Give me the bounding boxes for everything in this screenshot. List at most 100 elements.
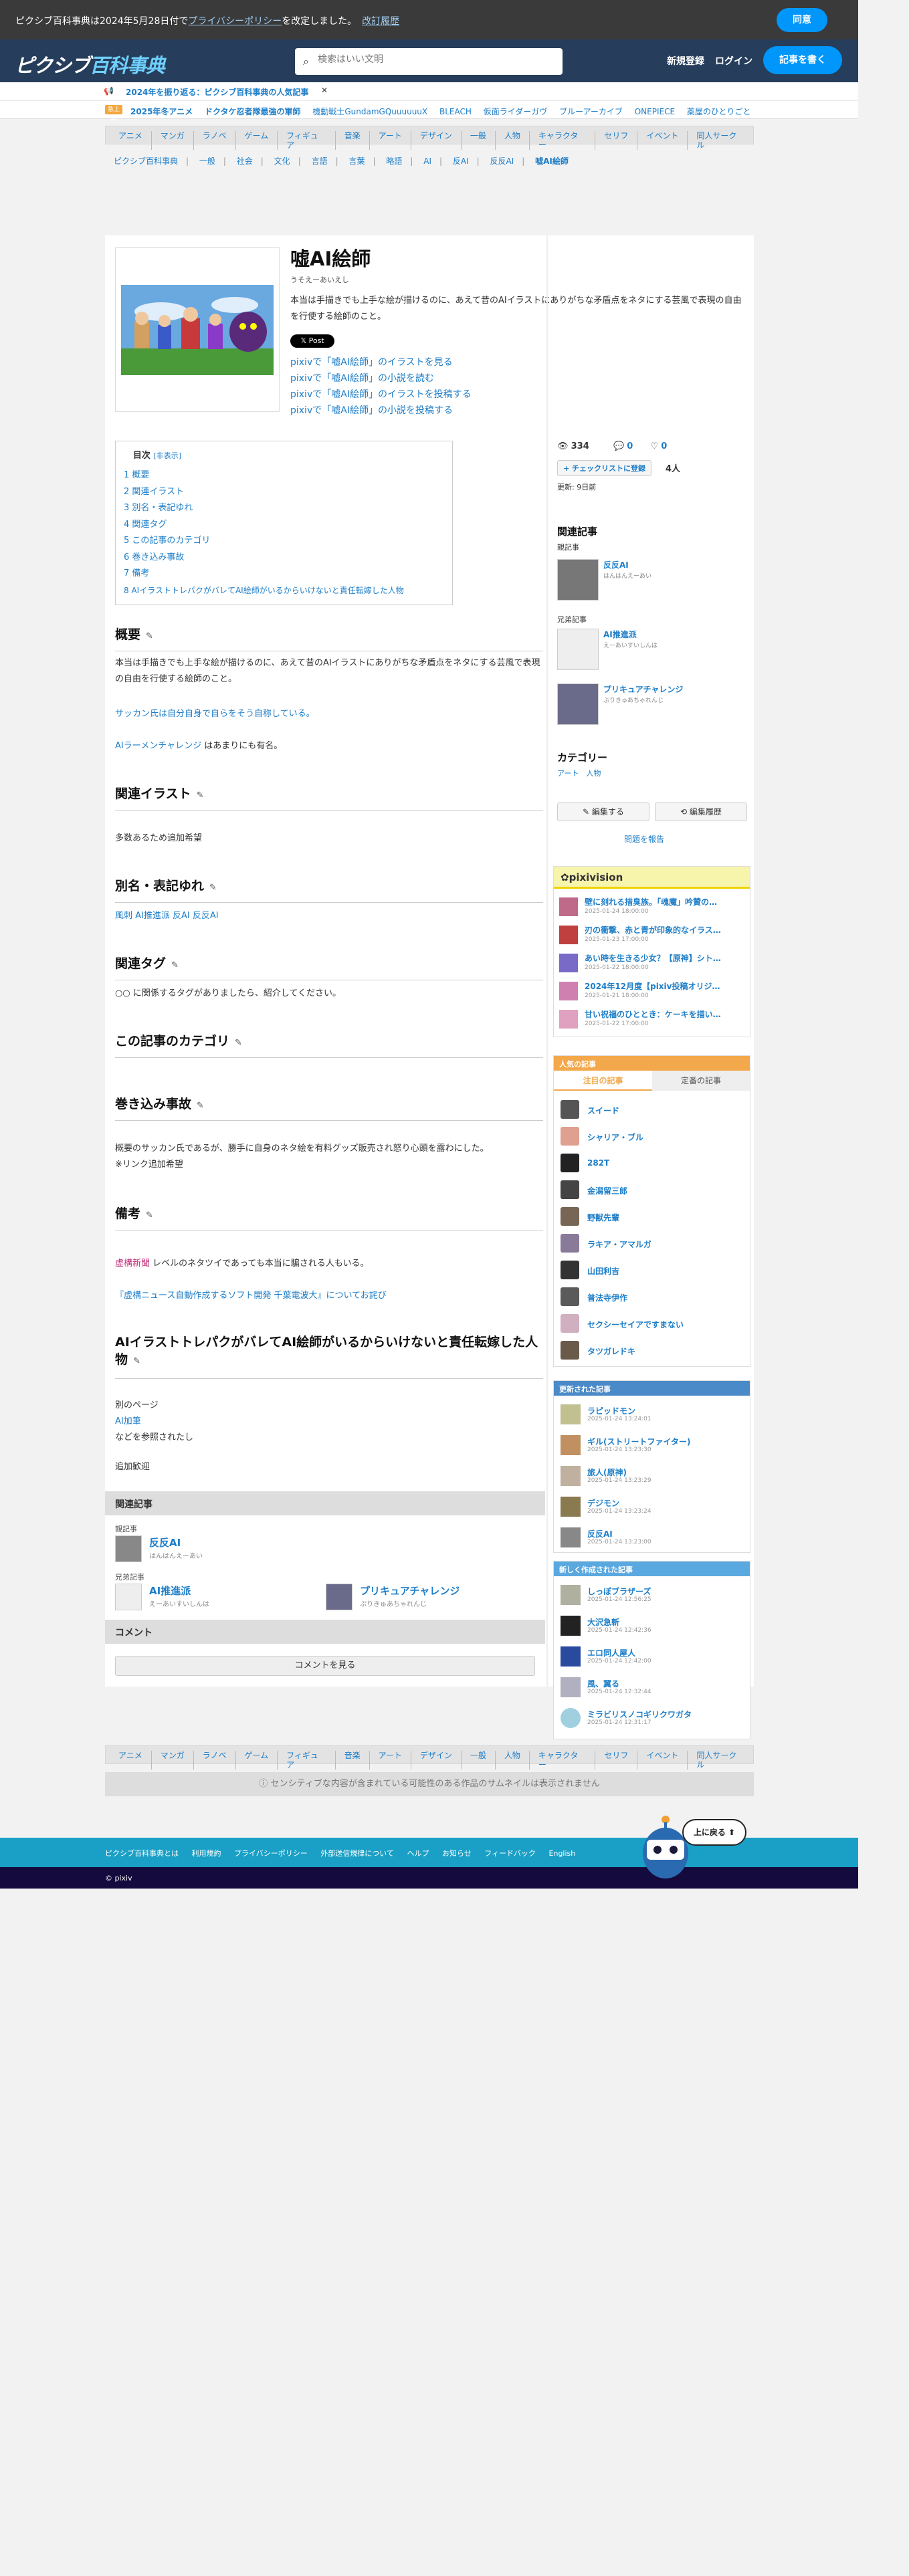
sidebar-parent-link[interactable]: 反反AI [603, 559, 629, 570]
report-link[interactable]: 問題を報告 [624, 833, 664, 845]
footer-link[interactable]: 利用規約 [192, 1849, 221, 1858]
popular-item[interactable]: セクシーセイアですまない [561, 1314, 741, 1334]
pixiv-illust-post-link[interactable]: pixivで「嘘AI絵師」のイラストを投稿する [290, 387, 472, 403]
pixivision-item[interactable]: あい時を生きる少女？【原神】シト… 2025-01-22 18:00:00 [559, 952, 746, 978]
sidebar-sibling-thumbnail[interactable] [557, 629, 599, 670]
toc-item[interactable]: 2 関連イラスト [124, 484, 444, 501]
edit-pencil-icon[interactable]: ✎ [197, 790, 204, 800]
edit-pencil-icon[interactable]: ✎ [209, 883, 217, 893]
sibling-article-link[interactable]: プリキュアチャレンジ [360, 1584, 460, 1598]
breadcrumb-item[interactable]: 言語 [312, 156, 328, 166]
category-anime[interactable]: アニメ [110, 1751, 152, 1769]
trending-tag[interactable]: 仮面ライダーガヴ [484, 107, 548, 116]
category-art[interactable]: アート [370, 1751, 411, 1769]
footer-link[interactable]: 外部送信規律について [320, 1849, 394, 1858]
updated-item[interactable]: ギル(ストリートファイター) 2025-01-24 13:23:30 [561, 1433, 741, 1463]
category-music[interactable]: 音楽 [336, 1751, 370, 1769]
category-game[interactable]: ゲーム [236, 1751, 278, 1769]
ai-kahitsu-link[interactable]: AI加筆 [115, 1414, 543, 1430]
breadcrumb-item[interactable]: ピクシブ百科事典 [114, 156, 178, 166]
write-article-button[interactable]: 記事を書く [763, 46, 842, 74]
site-logo[interactable]: ピクシブ百科事典 [15, 50, 165, 78]
breadcrumb-item[interactable]: AI [423, 156, 431, 166]
search-box[interactable]: ⌕ [295, 48, 563, 75]
category-character[interactable]: キャラクター [530, 131, 596, 150]
pixivision-item[interactable]: 壁に刻れる措臭族。「魂魔」吟贊の… 2025-01-24 18:00:00 [559, 896, 746, 922]
pixiv-illust-view-link[interactable]: pixivで「嘘AI絵師」のイラストを見る [290, 354, 472, 370]
popular-item[interactable]: タツガレドキ [561, 1341, 741, 1361]
article-thumbnail[interactable] [115, 247, 280, 412]
category-anime[interactable]: アニメ [110, 131, 152, 150]
alias-links[interactable]: 風刺 AI推進派 反AI 反反AI [115, 908, 543, 924]
kyoko-shinbun-link[interactable]: 虚構新聞 [115, 1259, 150, 1269]
popular-item[interactable]: 282T [561, 1154, 741, 1174]
breadcrumb-item[interactable]: 反AI [453, 156, 469, 166]
category-character[interactable]: キャラクター [530, 1751, 596, 1769]
tab-classic[interactable]: 定番の記事 [652, 1071, 750, 1091]
category-general[interactable]: 一般 [462, 131, 496, 150]
toc-item[interactable]: 5 この記事のカテゴリ [124, 533, 444, 550]
category-design[interactable]: デザイン [411, 131, 462, 150]
footer-link[interactable]: ヘルプ [407, 1849, 429, 1858]
edit-pencil-icon[interactable]: ✎ [197, 1101, 204, 1111]
search-input[interactable] [318, 54, 552, 65]
trending-tag[interactable]: 2025年冬アニメ [130, 107, 193, 116]
trending-tag[interactable]: ブルーアーカイブ [559, 107, 623, 116]
category-circle[interactable]: 同人サークル [688, 131, 753, 150]
privacy-policy-link[interactable]: プライバシーポリシー [188, 16, 282, 27]
category-figure[interactable]: フィギュア [278, 1751, 336, 1769]
edit-pencil-icon[interactable]: ✎ [133, 1356, 140, 1366]
close-icon[interactable]: ✕ [321, 86, 328, 95]
category-design[interactable]: デザイン [411, 1751, 462, 1769]
category-event[interactable]: イベント [637, 1751, 688, 1769]
category-game[interactable]: ゲーム [236, 131, 278, 150]
category-person[interactable]: 人物 [496, 1751, 530, 1769]
back-to-top-button[interactable]: 上に戻る ⬆ [682, 1819, 746, 1846]
comments-count[interactable]: 0 [627, 441, 633, 451]
edit-button[interactable]: ✎ 編集する [557, 802, 649, 821]
sidebar-sibling-link[interactable]: AI推進派 [603, 629, 637, 640]
new-article-item[interactable]: エロ同人屋人 2025-01-24 12:42:00 [561, 1644, 741, 1674]
category-serif[interactable]: セリフ [595, 1751, 638, 1769]
edit-pencil-icon[interactable]: ✎ [171, 960, 179, 970]
category-music[interactable]: 音楽 [336, 131, 370, 150]
sidebar-parent-thumbnail[interactable] [557, 559, 599, 601]
updated-item[interactable]: ラピッドモン 2025-01-24 13:24:01 [561, 1402, 741, 1432]
new-article-item[interactable]: ミラビリスノコギリクワガタ 2025-01-24 12:31:17 [561, 1706, 741, 1735]
login-link[interactable]: ログイン [715, 54, 752, 68]
trending-tag[interactable]: 薬屋のひとりごと [687, 107, 751, 116]
toc-item[interactable]: 7 備考 [124, 566, 444, 582]
view-comments-button[interactable]: コメントを見る [115, 1656, 535, 1676]
popular-item[interactable]: ラキア・アマルガ [561, 1234, 741, 1254]
edit-pencil-icon[interactable]: ✎ [146, 631, 153, 641]
likes-count[interactable]: 0 [661, 441, 667, 451]
trending-tag[interactable]: 機動戦士GundamGQuuuuuuX [312, 107, 427, 116]
breadcrumb-item[interactable]: 反反AI [490, 156, 514, 166]
footer-link[interactable]: プライバシーポリシー [234, 1849, 308, 1858]
trending-tag[interactable]: ドクタケ忍者隊最強の軍師 [205, 107, 301, 116]
updated-item[interactable]: 旅人(原神) 2025-01-24 13:23:29 [561, 1464, 741, 1493]
sibling-article-link[interactable]: AI推進派 [149, 1584, 191, 1598]
register-link[interactable]: 新規登録 [667, 54, 704, 68]
agree-button[interactable]: 同意 [777, 8, 827, 32]
apology-link[interactable]: 『虚構ニュース自動作成するソフト開発 千葉電波大』についてお詫び [115, 1288, 543, 1304]
category-person[interactable]: 人物 [496, 131, 530, 150]
category-ranobe[interactable]: ラノベ [194, 1751, 236, 1769]
checklist-button[interactable]: + チェックリストに登録 [557, 460, 652, 476]
toc-item[interactable]: 1 概要 [124, 467, 444, 484]
category-circle[interactable]: 同人サークル [688, 1751, 753, 1769]
footer-link[interactable]: English [549, 1849, 576, 1858]
pixiv-novel-post-link[interactable]: pixivで「嘘AI絵師」の小説を投稿する [290, 403, 472, 419]
revision-history-link[interactable]: 改訂履歴 [362, 16, 399, 27]
trending-tag[interactable]: BLEACH [439, 107, 472, 116]
trend-banner-link[interactable]: 2024年を振り返る：ピクシブ百科事典の人気記事 [126, 86, 308, 98]
ai-ramen-link[interactable]: AIラーメンチャレンジ [115, 741, 201, 751]
toc-item[interactable]: 4 関連タグ [124, 517, 444, 534]
sibling-thumbnail[interactable] [115, 1584, 142, 1610]
pixivision-item[interactable]: 甘い祝福のひととき：ケーキを描い… 2025-01-22 17:00:00 [559, 1008, 746, 1034]
category-event[interactable]: イベント [637, 131, 688, 150]
pixiv-novel-read-link[interactable]: pixivで「嘘AI絵師」の小説を読む [290, 370, 472, 387]
breadcrumb-item[interactable]: 一般 [199, 156, 215, 166]
category-ranobe[interactable]: ラノベ [194, 131, 236, 150]
breadcrumb-item[interactable]: 言葉 [348, 156, 365, 166]
